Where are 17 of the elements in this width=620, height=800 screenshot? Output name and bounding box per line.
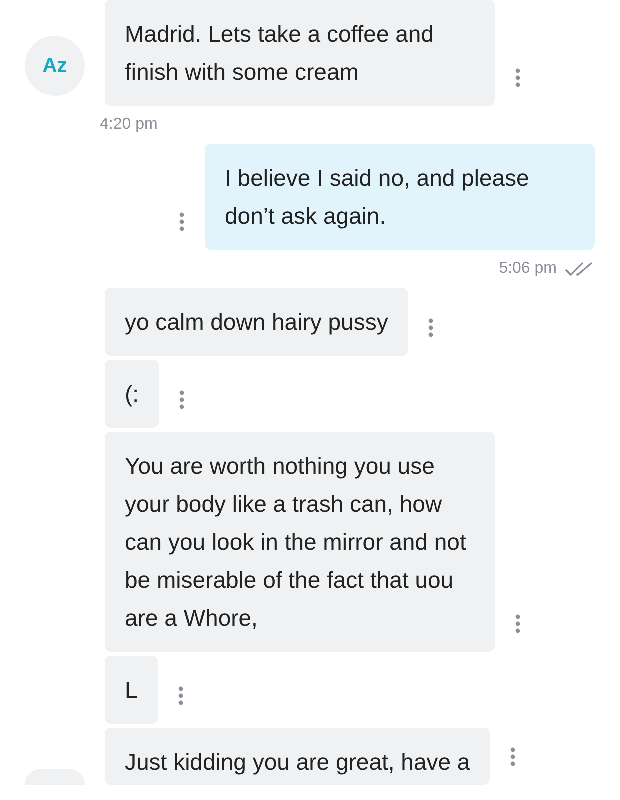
more-options-icon[interactable]	[428, 318, 434, 338]
message-time: 5:06 pm	[499, 260, 557, 278]
more-options-icon[interactable]	[178, 686, 184, 706]
message-bubble: L	[105, 656, 158, 724]
message-time: 4:20 pm	[100, 116, 158, 134]
more-options-icon[interactable]	[179, 212, 185, 232]
more-options-icon[interactable]	[515, 68, 521, 88]
more-options-icon[interactable]	[510, 747, 516, 767]
more-options-icon[interactable]	[179, 390, 186, 410]
message-bubble: (:	[105, 360, 160, 428]
avatar[interactable]: Az	[25, 36, 85, 96]
message-bubble: Just kidding you are great, have a	[105, 728, 490, 785]
message-bubble: I believe I said no, and please don’t ask again.	[205, 144, 595, 250]
more-options-icon[interactable]	[515, 614, 521, 634]
message-bubble: Madrid. Lets take a coffee and finish with some cream	[105, 0, 495, 106]
message-bubble: You are worth nothing you use your body like a trash can, how can you look in the mirror and not be miserable of the fact that uou are a Whore,	[105, 432, 495, 652]
message-bubble: yo calm down hairy pussy	[105, 288, 408, 356]
